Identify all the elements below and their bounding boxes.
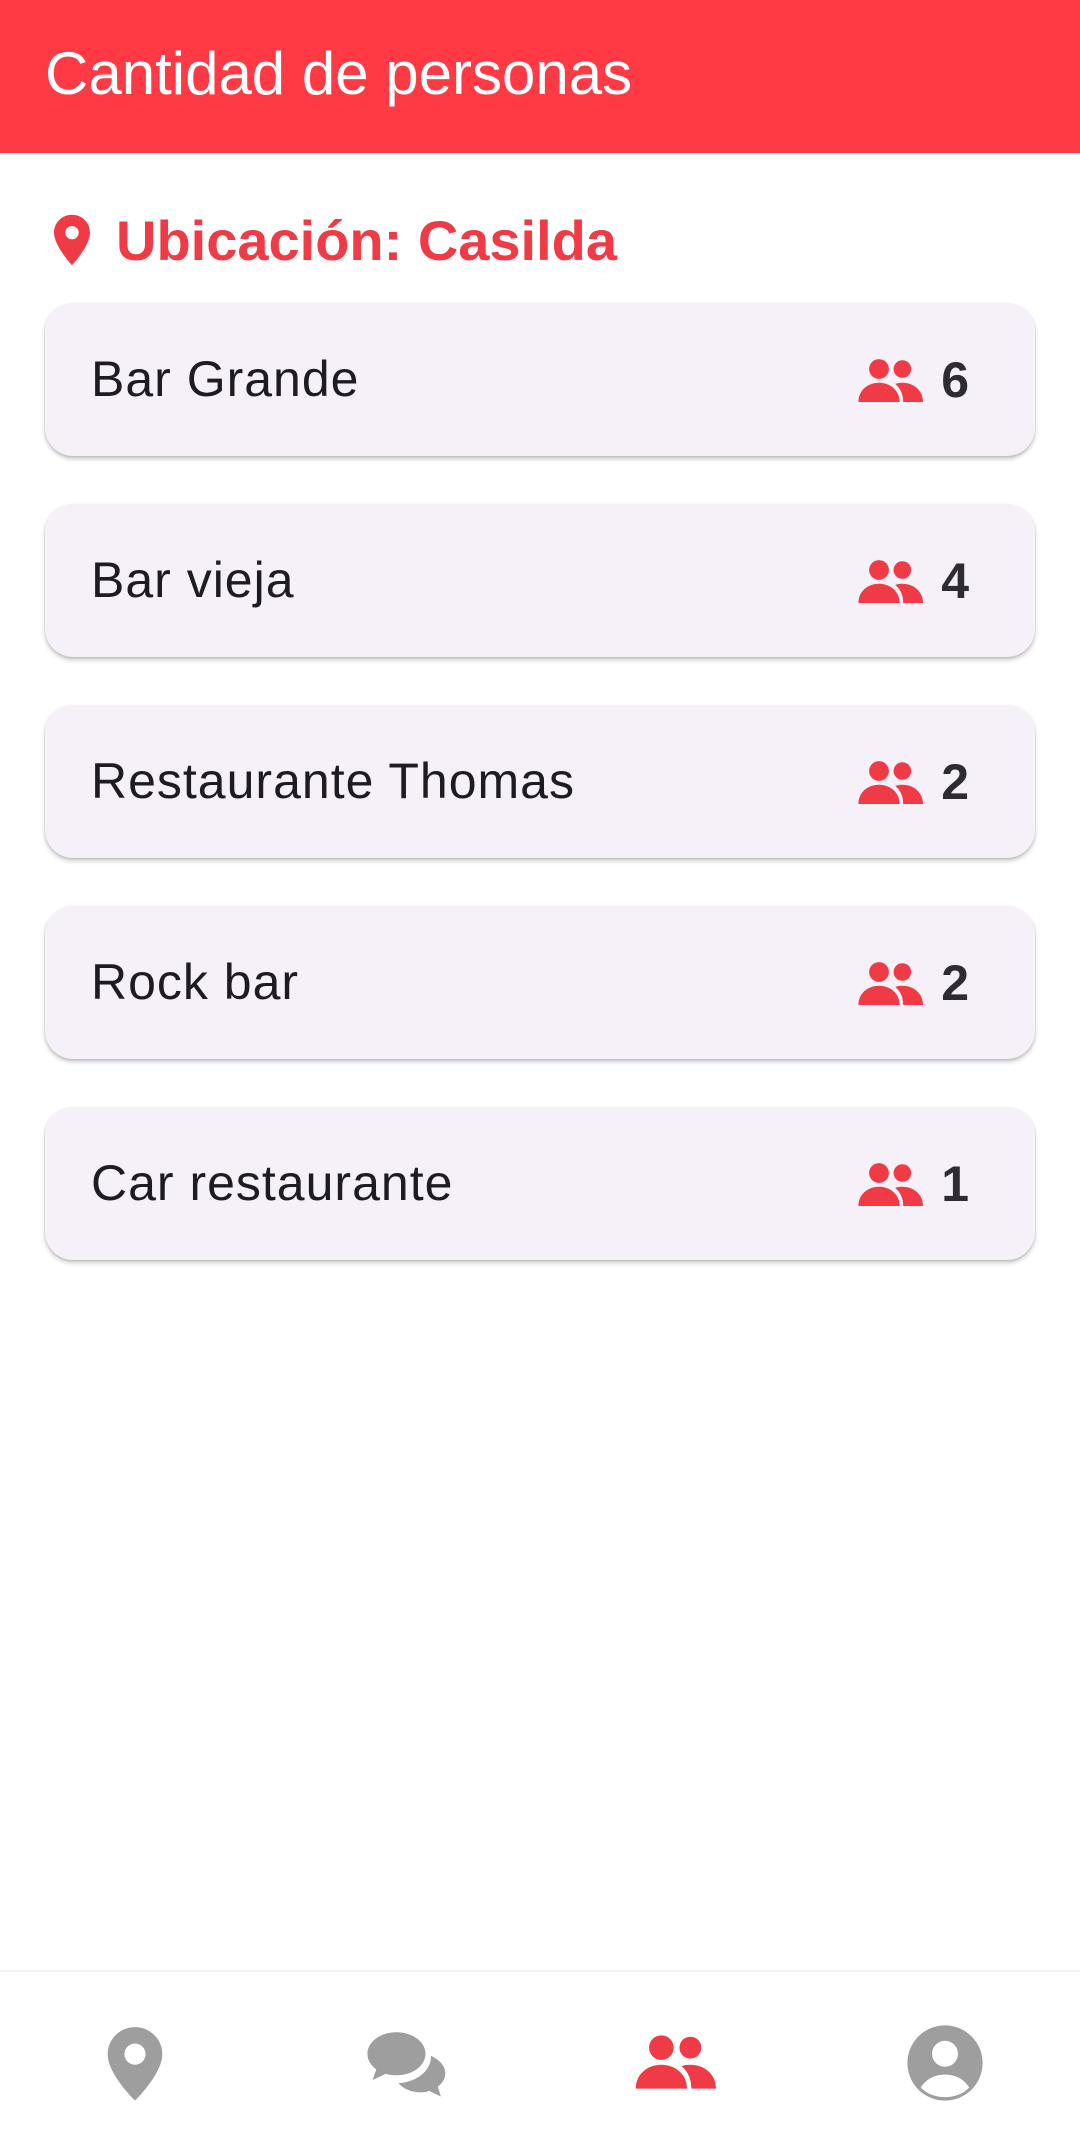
- place-name: Bar Grande: [91, 351, 360, 407]
- location-pin-icon: [54, 214, 90, 266]
- people-count: 2: [857, 705, 969, 858]
- app-bar: Cantidad de personas: [0, 0, 1080, 153]
- group-icon: [858, 358, 924, 402]
- location-label: Ubicación: Casilda: [116, 208, 618, 272]
- people-count: 4: [857, 504, 969, 657]
- list-item[interactable]: Car restaurante 1: [45, 1107, 1035, 1260]
- place-name: Car restaurante: [91, 1155, 454, 1211]
- count-value: 2: [941, 954, 969, 1011]
- count-value: 6: [941, 351, 969, 408]
- count-value: 1: [941, 1155, 969, 1212]
- place-name: Bar vieja: [91, 552, 295, 608]
- place-name: Rock bar: [91, 954, 300, 1010]
- group-icon: [858, 559, 924, 603]
- account-icon: [907, 2025, 983, 2101]
- list-item[interactable]: Bar Grande 6: [45, 303, 1035, 456]
- places-list: Bar Grande 6 Bar vieja 4 Restaurante Tho…: [45, 303, 1035, 1308]
- people-count: 2: [857, 906, 969, 1059]
- list-item[interactable]: Restaurante Thomas 2: [45, 705, 1035, 858]
- count-value: 2: [941, 753, 969, 810]
- list-item[interactable]: Bar vieja 4: [45, 504, 1035, 657]
- list-item[interactable]: Rock bar 2: [45, 906, 1035, 1059]
- people-count: 1: [857, 1107, 969, 1260]
- nav-item-account[interactable]: [810, 1972, 1080, 2151]
- group-icon: [858, 961, 924, 1005]
- bottom-navigation: [0, 1970, 1080, 2151]
- place-name: Restaurante Thomas: [91, 753, 575, 809]
- nav-item-people[interactable]: [540, 1972, 810, 2151]
- people-count: 6: [857, 303, 969, 456]
- group-icon: [858, 1162, 924, 1206]
- group-icon: [858, 760, 924, 804]
- location-header: Ubicación: Casilda: [50, 205, 617, 275]
- location-pin-icon: [107, 2027, 163, 2101]
- nav-item-location[interactable]: [0, 1972, 270, 2151]
- group-icon: [635, 2035, 716, 2089]
- count-value: 4: [941, 552, 969, 609]
- chat-icon: [367, 2032, 446, 2097]
- page-title: Cantidad de personas: [45, 40, 633, 107]
- nav-item-chat[interactable]: [270, 1972, 540, 2151]
